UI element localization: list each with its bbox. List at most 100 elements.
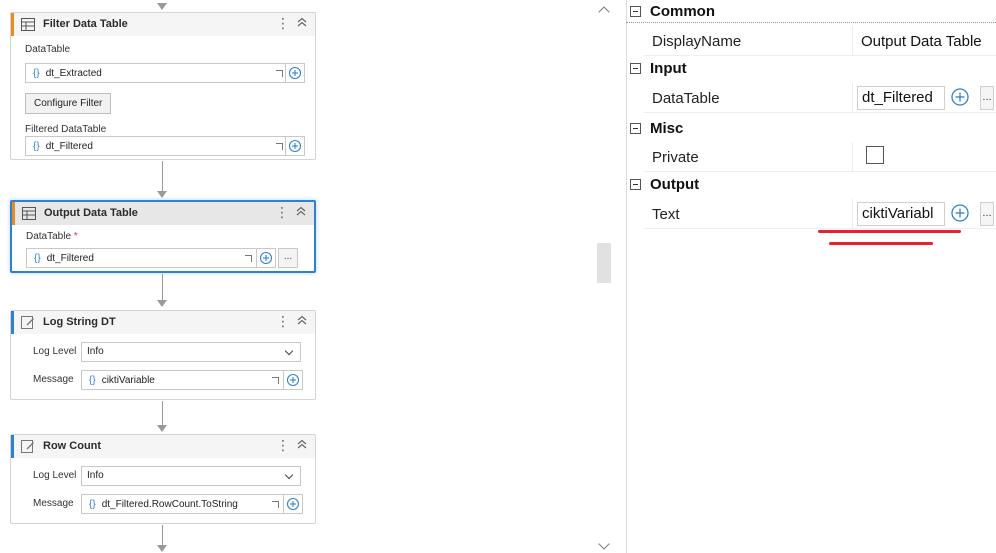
kebab-menu-icon[interactable]: ⋮ — [276, 313, 290, 330]
add-variable-button[interactable] — [949, 202, 971, 226]
panel-divider — [626, 0, 627, 553]
chevron-down-icon — [284, 470, 294, 480]
column-divider — [852, 26, 853, 56]
connector-arrow — [157, 425, 167, 432]
connector-line — [162, 274, 163, 300]
connector-arrow — [157, 545, 167, 552]
datatable-label: DataTable — [25, 44, 71, 55]
add-variable-button[interactable] — [283, 370, 303, 390]
red-annotation-underline — [818, 230, 961, 233]
plus-circle-icon — [288, 66, 302, 80]
log-message-icon — [21, 316, 34, 329]
configure-filter-button[interactable]: Configure Filter — [25, 93, 112, 114]
collapse-toggle-icon[interactable] — [630, 179, 641, 190]
datatable-label: DataTable * — [26, 231, 78, 242]
property-private[interactable]: Private — [644, 142, 996, 172]
chevron-down-icon — [284, 346, 294, 356]
category-title: Input — [650, 60, 687, 77]
category-misc[interactable]: Misc — [626, 117, 996, 142]
collapse-icon[interactable] — [297, 439, 307, 452]
message-value: dt_Filtered.RowCount.ToString — [101, 498, 238, 510]
connector-arrow — [157, 191, 167, 198]
property-label: DataTable — [652, 90, 720, 107]
datatable-input[interactable]: {} dt_Extracted — [25, 63, 289, 83]
add-variable-button[interactable] — [256, 248, 276, 268]
kebab-menu-icon[interactable]: ⋮ — [275, 204, 289, 221]
expression-icon: {} — [89, 374, 96, 386]
add-variable-button[interactable] — [285, 63, 305, 83]
activity-header[interactable]: Log String DT ⋮ — [11, 311, 315, 334]
collapse-toggle-icon[interactable] — [630, 63, 641, 74]
filtered-datatable-input[interactable]: {} dt_Filtered — [25, 136, 289, 156]
add-variable-button[interactable] — [283, 494, 303, 514]
category-title: Output — [650, 176, 700, 193]
add-variable-button[interactable] — [949, 86, 971, 110]
expand-editor-icon[interactable] — [268, 371, 284, 389]
datatable-property-input[interactable]: dt_Filtered — [857, 86, 945, 110]
kebab-menu-icon[interactable]: ⋮ — [276, 437, 290, 454]
required-marker: * — [73, 231, 78, 242]
activity-header[interactable]: Output Data Table ⋮ — [12, 202, 314, 225]
more-options-button[interactable]: ... — [980, 86, 994, 110]
log-level-value: Info — [87, 470, 104, 481]
activity-title: Filter Data Table — [43, 18, 128, 30]
add-variable-button[interactable] — [285, 136, 305, 156]
private-checkbox[interactable] — [866, 146, 884, 164]
kebab-menu-icon[interactable]: ⋮ — [276, 15, 290, 32]
message-input[interactable]: {} ciktiVariable — [81, 370, 285, 390]
collapse-toggle-icon[interactable] — [630, 6, 641, 17]
data-table-icon — [21, 18, 35, 31]
connector-line — [162, 525, 163, 545]
datatable-input[interactable]: {} dt_Filtered — [26, 248, 258, 268]
category-title: Misc — [650, 120, 684, 137]
scrollbar-thumb[interactable] — [597, 243, 611, 283]
collapse-icon[interactable] — [296, 206, 306, 219]
message-value: ciktiVariable — [101, 374, 155, 386]
datatable-value: dt_Filtered — [46, 252, 94, 264]
expand-editor-icon[interactable] — [268, 495, 284, 513]
activity-log-string-dt[interactable]: Log String DT ⋮ Log Level Info Message {… — [10, 310, 316, 400]
collapse-icon[interactable] — [297, 315, 307, 328]
displayname-value[interactable]: Output Data Table — [861, 33, 982, 50]
more-options-button[interactable]: ... — [278, 248, 298, 268]
category-title: Common — [650, 3, 715, 20]
message-label: Message — [33, 498, 74, 509]
collapse-icon[interactable] — [297, 17, 307, 30]
activity-output-data-table[interactable]: Output Data Table ⋮ DataTable * {} dt_Fi… — [10, 200, 316, 273]
column-divider — [852, 142, 853, 172]
datatable-value: dt_Extracted — [45, 67, 102, 79]
text-property-input[interactable]: ciktiVariabl — [857, 202, 945, 226]
category-output[interactable]: Output — [626, 173, 996, 198]
property-label: DisplayName — [652, 33, 742, 50]
more-options-button[interactable]: ... — [980, 202, 994, 226]
focus-outline — [626, 22, 996, 23]
expression-icon: {} — [34, 252, 41, 264]
plus-circle-icon — [288, 139, 302, 153]
plus-circle-icon — [951, 204, 969, 222]
activity-title: Log String DT — [43, 316, 116, 328]
data-table-icon — [22, 207, 36, 220]
activity-row-count[interactable]: Row Count ⋮ Log Level Info Message {} dt… — [10, 434, 316, 524]
activity-title: Row Count — [43, 440, 102, 452]
connector-arrow — [157, 300, 167, 307]
property-label: Text — [652, 206, 680, 223]
collapse-toggle-icon[interactable] — [630, 123, 641, 134]
activity-filter-data-table[interactable]: Filter Data Table ⋮ DataTable {} dt_Extr… — [10, 12, 316, 160]
connector-arrow — [157, 3, 167, 10]
property-label: Private — [652, 149, 699, 166]
log-level-label: Log Level — [33, 470, 77, 481]
message-input[interactable]: {} dt_Filtered.RowCount.ToString — [81, 494, 285, 514]
connector-line — [162, 401, 163, 425]
plus-circle-icon — [951, 88, 969, 106]
activity-header[interactable]: Row Count ⋮ — [11, 435, 315, 458]
log-level-select[interactable]: Info — [81, 342, 301, 362]
log-level-select[interactable]: Info — [81, 466, 301, 486]
log-level-value: Info — [87, 346, 104, 357]
activity-title: Output Data Table — [44, 207, 138, 219]
activity-header[interactable]: Filter Data Table ⋮ — [11, 13, 315, 36]
expand-editor-icon[interactable] — [241, 249, 257, 267]
filtered-datatable-value: dt_Filtered — [45, 140, 93, 152]
expression-icon: {} — [33, 67, 40, 79]
category-input[interactable]: Input — [626, 57, 996, 82]
column-divider — [852, 199, 853, 229]
